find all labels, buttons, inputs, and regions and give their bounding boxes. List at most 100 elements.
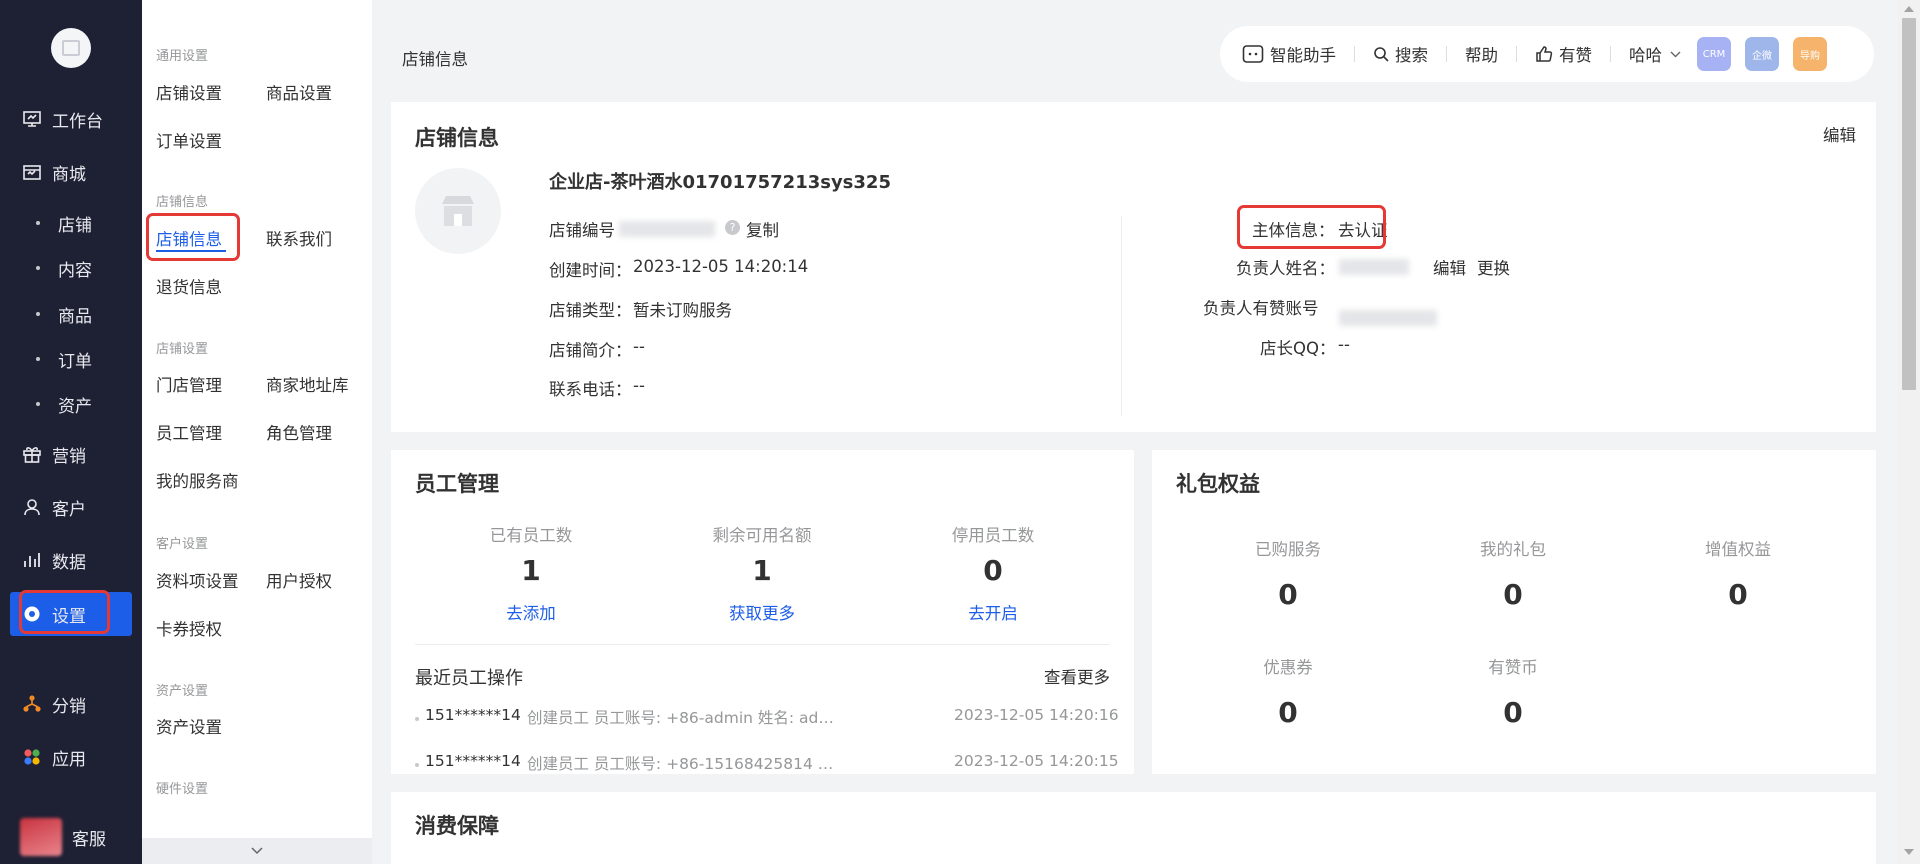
nav-item-data[interactable]: 数据 xyxy=(0,540,142,580)
nav-item-label: 客户 xyxy=(52,499,86,520)
scroll-down-icon[interactable] xyxy=(1904,849,1914,855)
submenu-link-address-book[interactable]: 商家地址库 xyxy=(266,372,349,396)
owner-change-link[interactable]: 更换 xyxy=(1477,255,1510,279)
user-icon xyxy=(22,497,42,517)
avatar xyxy=(20,818,62,856)
divider xyxy=(415,644,1110,645)
get-more-link[interactable]: 获取更多 xyxy=(662,600,862,624)
stat-value: 1 xyxy=(521,554,541,587)
card-title: 消费保障 xyxy=(415,814,499,838)
nav-sub-item-assets[interactable]: 资产 xyxy=(0,387,142,421)
submenu-group-title: 客户设置 xyxy=(156,537,209,552)
search-button[interactable]: 搜索 xyxy=(1373,42,1428,66)
bullet-icon xyxy=(36,357,40,361)
nav-item-settings[interactable]: 设置 xyxy=(10,592,132,636)
gift-icon xyxy=(22,444,42,464)
submenu-link-coupon-auth[interactable]: 卡券授权 xyxy=(156,616,222,640)
customer-service[interactable]: 客服 xyxy=(20,818,106,856)
type-label: 店铺类型： xyxy=(549,301,632,320)
nav-item-customers[interactable]: 客户 xyxy=(0,487,142,527)
created-label: 创建时间： xyxy=(549,261,632,280)
card-title: 员工管理 xyxy=(415,472,499,496)
owner-name-label: 负责人姓名： xyxy=(1236,259,1335,278)
scroll-up-icon[interactable] xyxy=(1904,6,1914,12)
benefit-label: 有赞币 xyxy=(1488,658,1538,677)
search-label: 搜索 xyxy=(1395,46,1428,65)
nav-item-workbench[interactable]: 工作台 xyxy=(0,99,142,139)
distribution-icon xyxy=(22,694,42,714)
submenu-link-user-auth[interactable]: 用户授权 xyxy=(266,568,332,592)
nav-item-label: 营销 xyxy=(52,446,86,467)
intro-label: 店铺简介： xyxy=(549,341,632,360)
scroll-thumb[interactable] xyxy=(1902,18,1916,390)
benefit-value[interactable]: 0 xyxy=(1413,578,1613,611)
op-row: 151******14 xyxy=(415,752,521,770)
nav-item-marketing[interactable]: 营销 xyxy=(0,434,142,474)
verify-link[interactable]: 去认证 xyxy=(1338,217,1388,241)
nav-item-mall[interactable]: 商城 xyxy=(0,152,142,192)
help-button[interactable]: 帮助 xyxy=(1465,42,1498,66)
copy-store-id-button[interactable]: 复制 xyxy=(746,217,779,241)
stat-value: 0 xyxy=(983,554,1003,587)
search-icon xyxy=(1373,46,1389,62)
submenu-link-return-info[interactable]: 退货信息 xyxy=(156,274,222,298)
stat-label: 剩余可用名额 xyxy=(712,526,812,545)
chevron-down-icon xyxy=(251,847,263,855)
submenu-link-contact-us[interactable]: 联系我们 xyxy=(266,226,332,250)
nav-item-distribution[interactable]: 分销 xyxy=(0,684,142,724)
submenu-link-order-settings[interactable]: 订单设置 xyxy=(156,128,222,152)
nav-item-apps[interactable]: 应用 xyxy=(0,737,142,777)
youzan-button[interactable]: 有赞 xyxy=(1535,42,1592,66)
submenu-link-service-providers[interactable]: 我的服务商 xyxy=(156,468,239,492)
submenu-link-store-info[interactable]: 店铺信息 xyxy=(156,226,222,250)
submenu-link-roles[interactable]: 角色管理 xyxy=(266,420,332,444)
store-avatar xyxy=(415,168,501,254)
robot-icon xyxy=(1242,44,1264,64)
divider xyxy=(1610,46,1611,62)
app-label: 导购 xyxy=(1800,50,1820,62)
owner-account-label: 负责人有赞账号 xyxy=(1203,299,1319,318)
settings-submenu: 通用设置 店铺设置 商品设置 订单设置 店铺信息 店铺信息 联系我们 退货信息 … xyxy=(142,0,372,864)
view-more-link[interactable]: 查看更多 xyxy=(1044,664,1110,688)
assistant-button[interactable]: 智能助手 xyxy=(1242,42,1336,66)
benefit-value[interactable]: 0 xyxy=(1188,696,1388,729)
wecom-app-icon[interactable]: 企微 xyxy=(1745,37,1779,71)
info-icon[interactable]: ? xyxy=(725,220,740,235)
created-value: 2023-12-05 14:20:14 xyxy=(633,257,809,276)
nav-sub-label: 资产 xyxy=(58,396,92,417)
crm-app-icon[interactable]: CRM xyxy=(1697,37,1731,71)
submenu-link-staff[interactable]: 员工管理 xyxy=(156,420,222,444)
benefit-value[interactable]: 0 xyxy=(1413,696,1613,729)
submenu-link-store-settings[interactable]: 店铺设置 xyxy=(156,80,222,104)
nav-sub-item-content[interactable]: 内容 xyxy=(0,251,142,285)
nav-sub-item-orders[interactable]: 订单 xyxy=(0,342,142,376)
page-scrollbar[interactable] xyxy=(1898,0,1920,864)
submenu-link-profile-fields[interactable]: 资料项设置 xyxy=(156,568,239,592)
add-staff-link[interactable]: 去添加 xyxy=(431,600,631,624)
divider xyxy=(1446,46,1447,62)
edit-store-link[interactable]: 编辑 xyxy=(1823,122,1856,146)
divider xyxy=(1121,216,1122,416)
submenu-link-asset-settings[interactable]: 资产设置 xyxy=(156,714,222,738)
nav-sub-item-store[interactable]: 店铺 xyxy=(0,206,142,240)
user-menu[interactable]: 哈哈 xyxy=(1629,42,1681,66)
top-bar: 店铺信息 智能助手 搜索 帮助 有赞 哈哈 CRM 企微 导购 xyxy=(372,0,1898,92)
benefits-card: 礼包权益 已购服务 0 我的礼包 0 增值权益 0 优惠券 0 有赞币 0 xyxy=(1152,450,1876,774)
submenu-link-goods-settings[interactable]: 商品设置 xyxy=(266,80,332,104)
benefit-value[interactable]: 0 xyxy=(1638,578,1838,611)
guide-app-icon[interactable]: 导购 xyxy=(1793,37,1827,71)
help-label: 帮助 xyxy=(1465,46,1498,65)
redacted-value xyxy=(1339,259,1409,275)
phone-value: -- xyxy=(633,376,645,395)
nav-sub-item-goods[interactable]: 商品 xyxy=(0,297,142,331)
submenu-collapse-toggle[interactable] xyxy=(142,838,372,864)
gear-icon xyxy=(22,604,42,624)
owner-edit-link[interactable]: 编辑 xyxy=(1433,255,1466,279)
benefit-value[interactable]: 0 xyxy=(1188,578,1388,611)
subject-label: 主体信息： xyxy=(1252,221,1335,240)
enable-link[interactable]: 去开启 xyxy=(893,600,1093,624)
submenu-group-title: 店铺信息 xyxy=(156,195,209,210)
submenu-link-stores[interactable]: 门店管理 xyxy=(156,372,222,396)
bullet-icon xyxy=(36,312,40,316)
store-logo[interactable] xyxy=(51,28,91,68)
